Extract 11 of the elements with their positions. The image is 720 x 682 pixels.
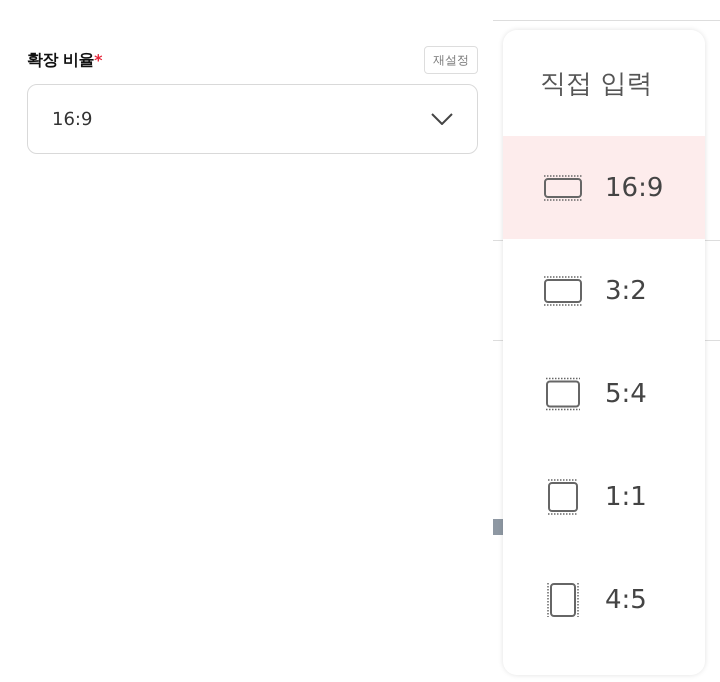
ratio-option[interactable]: 4:5 xyxy=(503,548,705,651)
required-mark: * xyxy=(94,50,102,70)
ratio-option[interactable]: 1:1 xyxy=(503,445,705,548)
field-label: 확장 비율 xyxy=(27,50,94,70)
ratio-select[interactable]: 16:9 xyxy=(27,84,478,154)
ratio-option[interactable]: 5:4 xyxy=(503,342,705,445)
custom-input-option[interactable]: 직접 입력 xyxy=(503,30,705,136)
ratio-option[interactable]: 3:2 xyxy=(503,239,705,342)
chevron-down-icon xyxy=(431,113,453,125)
reset-button[interactable]: 재설정 xyxy=(424,46,478,74)
ratio-option[interactable]: 16:9 xyxy=(503,136,705,239)
